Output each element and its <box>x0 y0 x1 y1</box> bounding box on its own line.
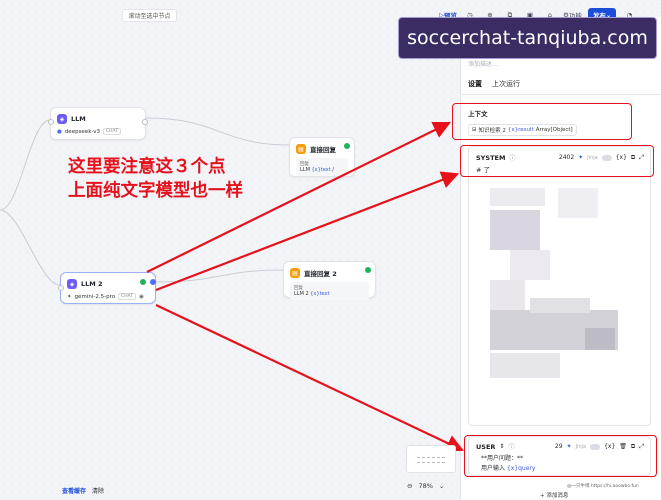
cache-controls: 查看缓存 清除 <box>62 486 104 495</box>
watermark-banner: soccerchat-tanqiuba.com <box>398 17 657 59</box>
view-cache-button[interactable]: 查看缓存 <box>62 486 86 495</box>
zoom-icon: ⊖ <box>407 482 413 490</box>
minimap[interactable] <box>406 445 456 473</box>
zoom-level: 78% <box>418 482 433 490</box>
arrow-to-user <box>155 304 464 452</box>
arrow-to-context <box>146 121 451 273</box>
annotation-arrows <box>146 121 464 452</box>
clear-cache-button[interactable]: 清除 <box>92 486 104 495</box>
arrow-to-system <box>155 171 460 292</box>
zoom-control[interactable]: ⊖ 78% ⌄ <box>407 482 444 490</box>
chevron-down-icon: ⌄ <box>438 482 445 490</box>
